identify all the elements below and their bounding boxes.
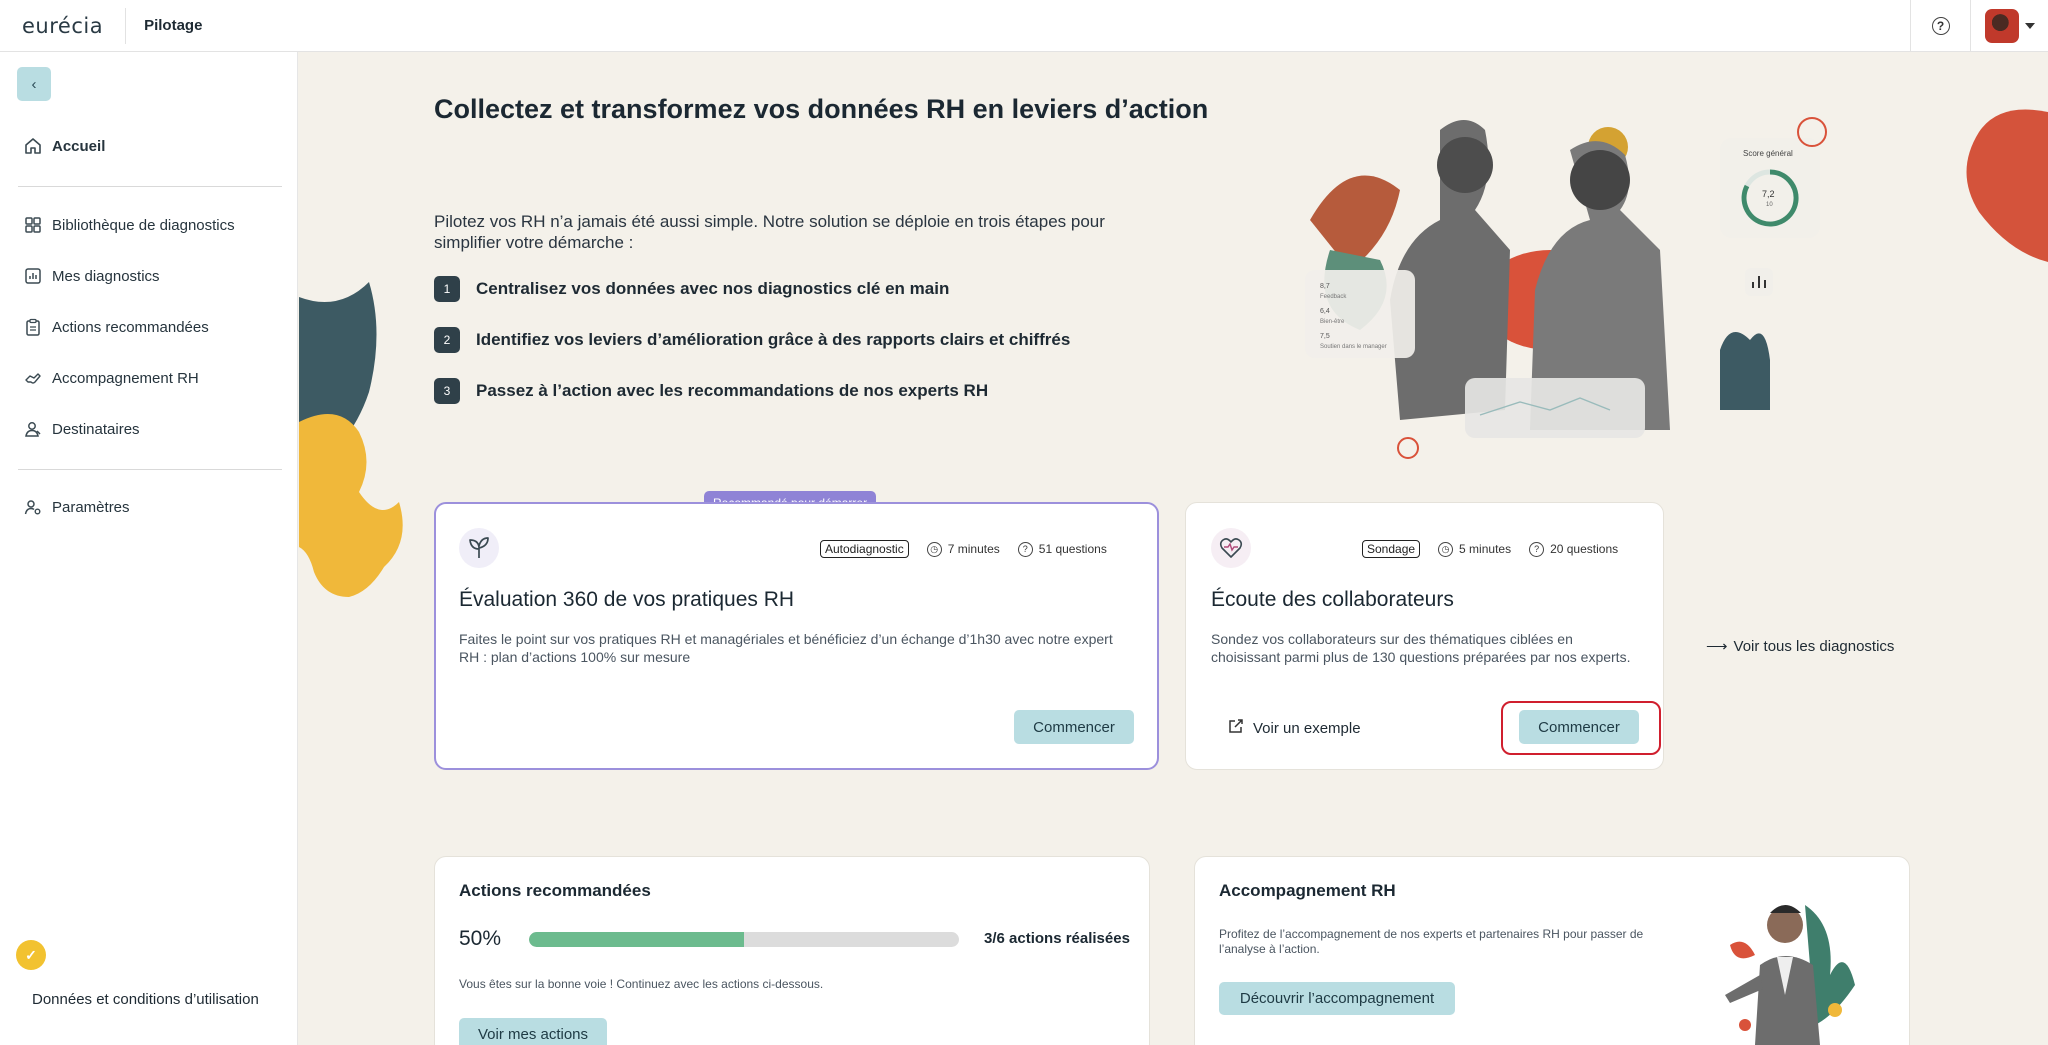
- see-all-label: Voir tous les diagnostics: [1733, 637, 1895, 655]
- sidebar-item-mes-diagnostics[interactable]: Mes diagnostics: [24, 267, 160, 285]
- app-name: Pilotage: [144, 17, 203, 34]
- score-scale: 10: [1766, 202, 1773, 208]
- home-icon: [24, 137, 42, 155]
- bar-chart-icon: [24, 267, 42, 285]
- top-bar: eurécia Pilotage ?: [0, 0, 2048, 52]
- divider: [125, 7, 127, 44]
- sidebar-item-bibliotheque[interactable]: Bibliothèque de diagnostics: [24, 216, 235, 234]
- step-1: 1 Centralisez vos données avec nos diagn…: [434, 276, 949, 302]
- terms-link[interactable]: Données et conditions d’utilisation: [32, 991, 259, 1008]
- hero-illustration: 8,7 Feedback 6,4 Bien-être 7,5 Soutien d…: [1305, 117, 1827, 459]
- user-settings-icon: [24, 498, 42, 516]
- step-number: 1: [434, 276, 460, 302]
- type-tag: Autodiagnostic: [820, 540, 909, 558]
- users-icon: [24, 420, 42, 438]
- type-tag: Sondage: [1362, 540, 1421, 558]
- divider: [18, 469, 282, 470]
- consultant-illustration: [1725, 905, 1855, 1045]
- discover-support-button[interactable]: Découvrir l’accompagnement: [1219, 982, 1455, 1015]
- divider: [18, 186, 282, 187]
- avatar: [1984, 9, 2019, 43]
- sidebar-item-parametres[interactable]: Paramètres: [24, 498, 130, 516]
- card-meta: Sondage ◷ 5 minutes ? 20 questions: [1362, 540, 1618, 558]
- step-number: 2: [434, 327, 460, 353]
- start-button[interactable]: Commencer: [1519, 710, 1639, 744]
- user-menu[interactable]: [1970, 0, 2048, 52]
- card-description: Sondez vos collaborateurs sur des thémat…: [1211, 631, 1631, 665]
- sidebar-item-destinataires[interactable]: Destinataires: [24, 420, 140, 438]
- chevron-left-icon: ‹: [31, 75, 37, 93]
- progress-bar: [529, 932, 959, 947]
- step-text: Passez à l’action avec les recommandatio…: [476, 381, 989, 400]
- step-text: Centralisez vos données avec nos diagnos…: [476, 279, 950, 298]
- duration: 5 minutes: [1459, 542, 1512, 556]
- step-text: Identifiez vos leviers d’amélioration gr…: [476, 330, 1071, 349]
- clipboard-icon: [24, 318, 42, 336]
- support-description: Profitez de l’accompagnement de nos expe…: [1219, 927, 1644, 956]
- sidebar-item-label: Paramètres: [52, 498, 130, 516]
- progress-count: 3/6 actions réalisées: [984, 930, 1130, 947]
- question-count: 51 questions: [1038, 542, 1107, 556]
- grid-icon: [24, 216, 42, 234]
- question-count: 20 questions: [1550, 542, 1619, 556]
- sidebar-item-label: Mes diagnostics: [52, 267, 160, 285]
- mini-row-value: 8,7: [1320, 283, 1330, 290]
- clock-icon: ◷: [926, 541, 942, 557]
- question-icon: ?: [1017, 541, 1033, 557]
- step-2: 2 Identifiez vos leviers d’amélioration …: [434, 327, 1070, 353]
- question-icon: ?: [1529, 541, 1545, 557]
- external-link-icon: [1227, 717, 1245, 739]
- see-all-diagnostics-link[interactable]: ⟶ Voir tous les diagnostics: [1706, 637, 1895, 656]
- card-title: Écoute des collaborateurs: [1211, 588, 1454, 611]
- sprout-icon: [459, 528, 499, 568]
- checkmark-badge-icon: ✓: [16, 940, 46, 970]
- score-value: 7,2: [1762, 189, 1775, 199]
- card-description: Faites le point sur vos pratiques RH et …: [459, 631, 1113, 665]
- mini-row-label: Bien-être: [1320, 319, 1345, 325]
- collapse-sidebar-button[interactable]: ‹: [17, 67, 51, 101]
- sidebar: ‹ Accueil Bibliothèque de diagnostics Me…: [0, 52, 298, 1045]
- hero-description: Pilotez vos RH n’a jamais été aussi simp…: [434, 212, 1105, 252]
- mini-row-value: 6,4: [1320, 308, 1330, 315]
- progress-percent: 50%: [459, 927, 502, 950]
- mini-row-value: 7,5: [1320, 333, 1330, 340]
- see-example-label: Voir un exemple: [1253, 719, 1361, 737]
- help-button[interactable]: ?: [1910, 0, 1970, 52]
- sidebar-item-label: Destinataires: [52, 420, 140, 438]
- start-button[interactable]: Commencer: [1014, 710, 1134, 744]
- card-title: Évaluation 360 de vos pratiques RH: [459, 588, 795, 611]
- mini-row-label: Feedback: [1320, 294, 1347, 300]
- heart-pulse-icon: [1211, 528, 1251, 568]
- sidebar-item-accompagnement[interactable]: Accompagnement RH: [24, 369, 199, 387]
- handshake-icon: [24, 369, 42, 387]
- sidebar-item-accueil[interactable]: Accueil: [24, 137, 105, 155]
- chevron-down-icon: [2024, 23, 2035, 29]
- page-title: Collectez et transformez vos données RH …: [434, 94, 1209, 124]
- sidebar-item-actions[interactable]: Actions recommandées: [24, 318, 209, 336]
- progress-fill: [529, 932, 744, 947]
- top-right-controls: ?: [1910, 0, 2048, 52]
- sidebar-item-label: Accueil: [52, 137, 106, 155]
- section-title: Actions recommandées: [459, 881, 651, 900]
- duration: 7 minutes: [947, 542, 1000, 556]
- card-meta: Autodiagnostic ◷ 7 minutes ? 51 question…: [820, 540, 1107, 558]
- arrow-right-icon: ⟶: [1706, 638, 1728, 655]
- see-example-link[interactable]: Voir un exemple: [1227, 717, 1361, 739]
- step-3: 3 Passez à l’action avec les recommandat…: [434, 378, 988, 404]
- sidebar-item-label: Actions recommandées: [52, 318, 209, 336]
- see-actions-button[interactable]: Voir mes actions: [459, 1018, 607, 1045]
- progress-message: Vous êtes sur la bonne voie ! Continuez …: [459, 977, 824, 991]
- mini-row-label: Soutien dans le manager: [1320, 344, 1387, 350]
- sidebar-item-label: Bibliothèque de diagnostics: [52, 216, 235, 234]
- step-number: 3: [434, 378, 460, 404]
- eurecia-logo[interactable]: eurécia: [22, 14, 103, 38]
- score-label: Score général: [1743, 149, 1793, 158]
- sidebar-item-label: Accompagnement RH: [52, 369, 199, 387]
- clock-icon: ◷: [1438, 541, 1454, 557]
- help-icon: ?: [1931, 17, 1950, 35]
- section-title: Accompagnement RH: [1219, 881, 1396, 900]
